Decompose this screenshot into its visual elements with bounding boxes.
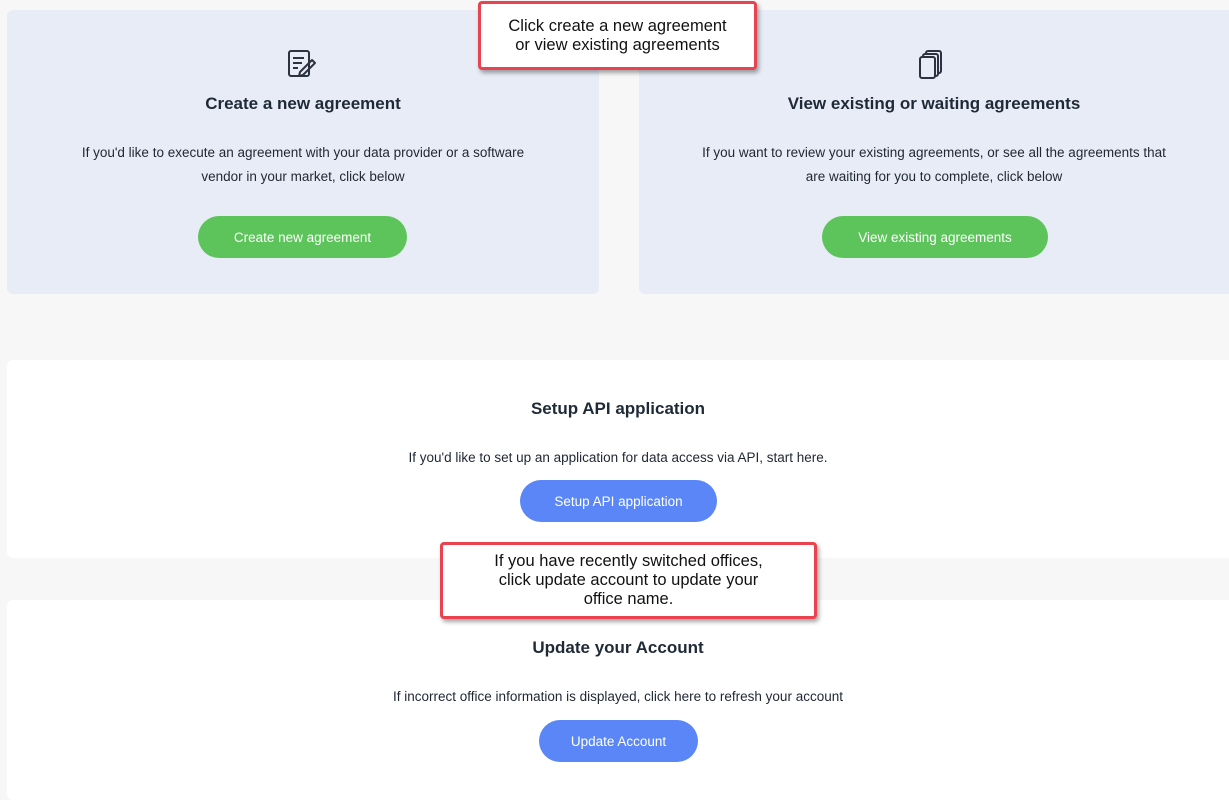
update-account-card: Update your Account If incorrect office … — [7, 600, 1229, 800]
documents-stack-icon — [917, 48, 947, 85]
bottom-callout-line1: If you have recently switched offices, — [494, 552, 763, 570]
update-card-title: Update your Account — [532, 638, 704, 657]
update-account-button[interactable]: Update Account — [539, 720, 698, 762]
create-new-agreement-button[interactable]: Create new agreement — [198, 216, 407, 258]
top-callout-line1: Click create a new agreement — [508, 16, 727, 35]
view-card-description: If you want to review your existing agre… — [639, 141, 1229, 189]
view-card-desc-line1: If you want to review your existing agre… — [702, 145, 1166, 160]
api-card-title: Setup API application — [530, 399, 706, 418]
update-card-description: If incorrect office information is displ… — [393, 689, 843, 704]
bottom-callout-line3: office name. — [583, 590, 674, 608]
create-card-desc-line1: If you'd like to execute an agreement wi… — [81, 145, 525, 160]
create-card-title: Create a new agreement — [205, 94, 401, 113]
bottom-annotation-callout: If you have recently switched offices, c… — [440, 542, 817, 619]
api-card-description: If you'd like to set up an application f… — [408, 450, 828, 465]
edit-document-icon — [286, 48, 318, 85]
setup-api-application-button[interactable]: Setup API application — [520, 480, 717, 522]
setup-api-card: Setup API application If you'd like to s… — [7, 360, 1229, 558]
create-card-desc-line2: vendor in your market, click below — [201, 169, 405, 184]
top-annotation-callout: Click create a new agreement or view exi… — [478, 1, 757, 70]
bottom-callout-line2: click update account to update your — [498, 571, 759, 589]
create-card-description: If you'd like to execute an agreement wi… — [7, 141, 599, 189]
view-card-title: View existing or waiting agreements — [787, 94, 1081, 113]
view-card-desc-line2: are waiting for you to complete, click b… — [805, 169, 1063, 184]
top-callout-line2: or view existing agreements — [515, 35, 720, 54]
view-existing-agreements-button[interactable]: View existing agreements — [822, 216, 1048, 258]
